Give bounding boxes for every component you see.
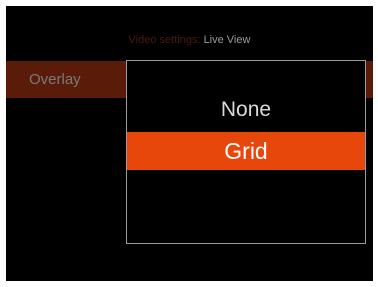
menu-title-prefix: Video settings: xyxy=(128,34,201,46)
screen: Video settings: Live View Overlay None G… xyxy=(0,0,378,287)
overlay-label: Overlay xyxy=(29,71,81,88)
option-none[interactable]: None xyxy=(127,91,365,129)
option-grid-selected[interactable]: Grid xyxy=(127,132,365,170)
camera-menu-display: Video settings: Live View Overlay None G… xyxy=(6,6,373,281)
overlay-options-dropdown: None Grid xyxy=(126,60,366,244)
menu-title-value: Live View xyxy=(203,34,251,46)
menu-title: Video settings: Live View xyxy=(6,33,373,47)
